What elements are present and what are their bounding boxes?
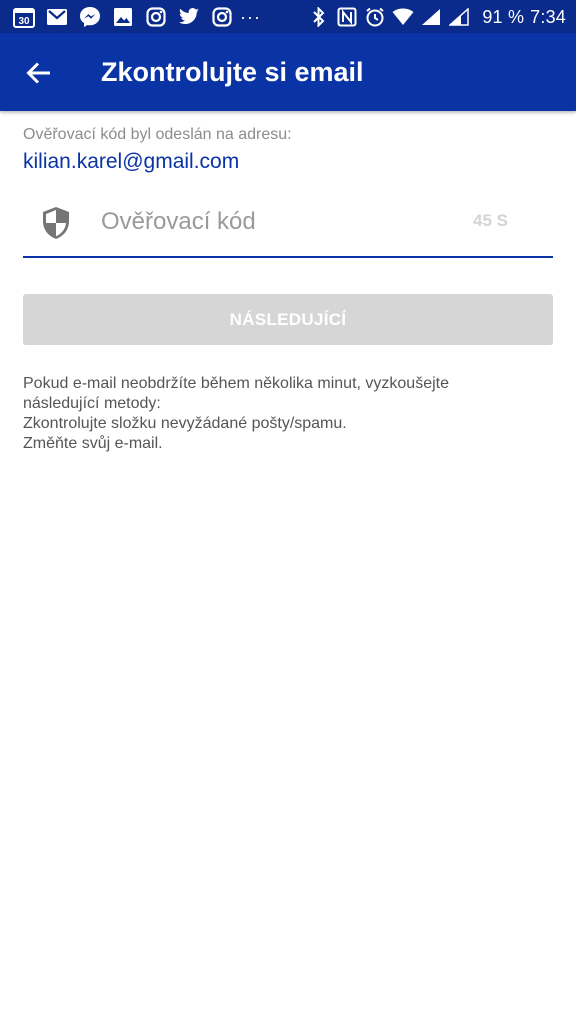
sent-to-label: Ověřovací kód byl odeslán na adresu: [23,126,292,143]
app-bar: Zkontrolujte si email [0,33,576,111]
help-line: Změňte svůj e-mail. [23,435,163,452]
clock: 7:34 [530,6,566,27]
arrow-left-icon [26,62,50,84]
instagram-icon [145,6,167,28]
help-line: Pokud e-mail neobdržíte během několika m… [23,375,449,392]
resend-timer: 45 S [473,211,508,230]
calendar-icon: 30 [13,6,35,28]
instagram-icon [211,6,233,28]
messenger-icon [79,6,101,28]
gmail-icon [46,6,68,28]
notification-icons: 30 ··· [13,6,261,28]
status-bar: 30 ··· 91 % 7:34 [0,0,576,33]
signal-icon [448,6,470,28]
battery-level: 91 % [482,6,525,27]
more-notifications-indicator: ··· [240,6,261,27]
nfc-icon [336,6,358,28]
wifi-icon [392,6,414,28]
bluetooth-icon [308,6,330,28]
next-button[interactable]: NÁSLEDUJÍCÍ [23,294,553,345]
help-line: Zkontrolujte složku nevyžádané pošty/spa… [23,415,347,432]
help-line: následující metody: [23,395,161,412]
twitter-icon [178,6,200,28]
verification-code-field[interactable]: 45 S [23,196,553,258]
shield-icon [43,207,69,239]
system-icons: 91 % 7:34 [308,6,566,28]
signal-icon [420,6,442,28]
calendar-day: 30 [18,16,30,27]
verification-code-input[interactable] [101,204,461,240]
help-text: Pokud e-mail neobdržíte během několika m… [23,374,553,454]
alarm-icon [364,6,386,28]
email-address: kilian.karel@gmail.com [23,150,240,173]
image-icon [112,6,134,28]
back-button[interactable] [24,59,54,87]
page-title: Zkontrolujte si email [101,57,364,87]
